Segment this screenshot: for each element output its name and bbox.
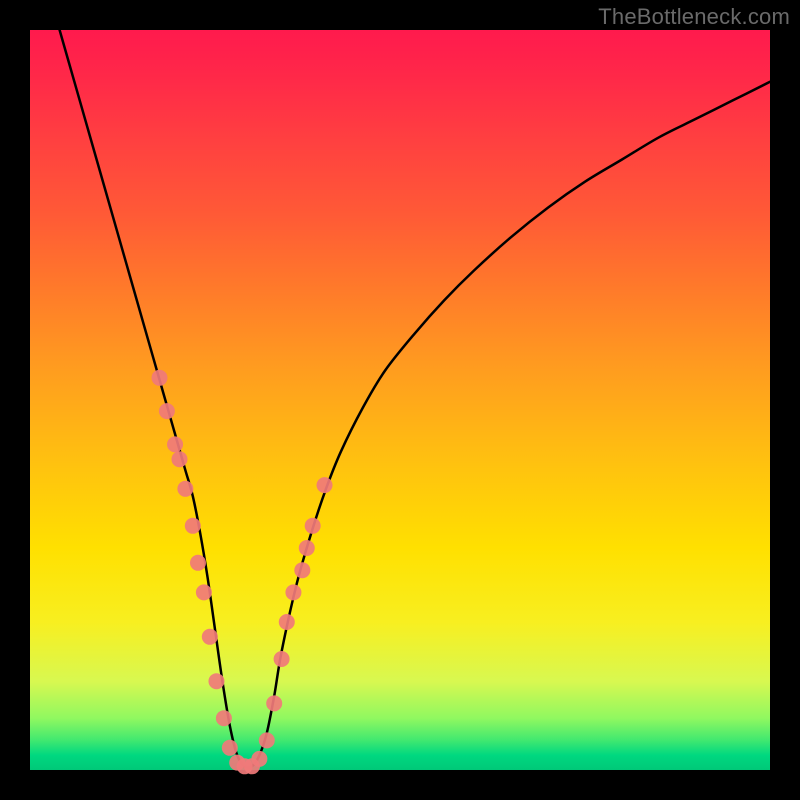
- data-point: [196, 584, 212, 600]
- data-point: [171, 451, 187, 467]
- bottleneck-curve: [60, 30, 770, 768]
- data-point: [251, 751, 267, 767]
- data-point: [216, 710, 232, 726]
- chart-svg: [30, 30, 770, 770]
- data-point: [208, 673, 224, 689]
- data-point: [190, 555, 206, 571]
- data-point: [274, 651, 290, 667]
- data-point: [266, 695, 282, 711]
- data-point: [285, 584, 301, 600]
- data-point: [317, 477, 333, 493]
- data-point: [202, 629, 218, 645]
- watermark-text: TheBottleneck.com: [598, 4, 790, 30]
- data-point: [305, 518, 321, 534]
- marker-layer: [152, 370, 333, 775]
- curve-layer: [60, 30, 770, 768]
- data-point: [259, 732, 275, 748]
- data-point: [279, 614, 295, 630]
- data-point: [294, 562, 310, 578]
- data-point: [222, 740, 238, 756]
- data-point: [152, 370, 168, 386]
- plot-area: [30, 30, 770, 770]
- chart-frame: TheBottleneck.com: [0, 0, 800, 800]
- data-point: [185, 518, 201, 534]
- data-point: [177, 481, 193, 497]
- data-point: [159, 403, 175, 419]
- data-point: [299, 540, 315, 556]
- data-point: [167, 436, 183, 452]
